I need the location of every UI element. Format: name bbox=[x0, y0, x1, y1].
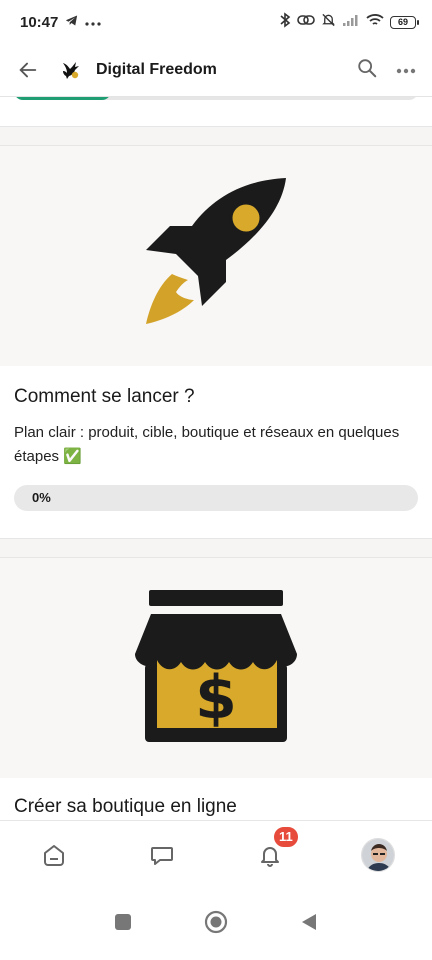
header-actions bbox=[356, 57, 420, 84]
status-time: 10:47 bbox=[20, 13, 59, 31]
back-triangle-button[interactable] bbox=[300, 912, 318, 937]
home-icon[interactable] bbox=[30, 831, 78, 879]
status-right: 69 bbox=[279, 12, 419, 32]
system-navigation bbox=[0, 888, 432, 960]
bell-muted-icon bbox=[321, 12, 336, 32]
storefront-dollar-icon: $ bbox=[131, 586, 301, 751]
card-progress: 0% bbox=[14, 485, 418, 511]
battery-icon: 69 bbox=[390, 15, 419, 29]
app-header: Digital Freedom bbox=[0, 44, 432, 96]
card-title[interactable]: Comment se lancer ? bbox=[14, 386, 195, 408]
home-circle-button[interactable] bbox=[204, 910, 228, 939]
card-illustration[interactable]: $ bbox=[0, 558, 432, 778]
back-arrow-icon[interactable] bbox=[12, 54, 44, 86]
wifi-icon bbox=[366, 13, 384, 31]
status-bar: 10:47 69 bbox=[0, 0, 432, 44]
card-title[interactable]: Créer sa boutique en ligne bbox=[14, 796, 237, 818]
link-icon bbox=[297, 13, 315, 31]
chat-icon[interactable] bbox=[138, 831, 186, 879]
more-icon[interactable] bbox=[396, 61, 416, 79]
card-description: Plan clair : produit, cible, boutique et… bbox=[14, 424, 400, 465]
header-divider bbox=[0, 96, 432, 97]
avatar[interactable] bbox=[354, 831, 402, 879]
square-button[interactable] bbox=[114, 913, 132, 936]
status-left: 10:47 bbox=[20, 13, 101, 32]
previous-card-progress-bar bbox=[14, 96, 418, 104]
app-title: Digital Freedom bbox=[96, 61, 217, 78]
bird-logo-icon bbox=[58, 56, 86, 84]
rocket-icon bbox=[136, 174, 296, 339]
card-separator bbox=[0, 126, 432, 146]
avatar-image bbox=[361, 837, 395, 872]
bell-icon[interactable]: 11 bbox=[246, 824, 300, 879]
bluetooth-icon bbox=[279, 12, 291, 32]
telegram-icon bbox=[64, 13, 79, 32]
bottom-navigation: 11 bbox=[0, 820, 432, 888]
svg-text:$: $ bbox=[195, 663, 237, 733]
notification-badge: 11 bbox=[272, 824, 300, 849]
card-separator bbox=[0, 538, 432, 558]
card-illustration[interactable] bbox=[0, 146, 432, 366]
signal-icon bbox=[342, 13, 360, 31]
more-dots-icon bbox=[85, 14, 101, 31]
search-icon[interactable] bbox=[356, 57, 378, 84]
